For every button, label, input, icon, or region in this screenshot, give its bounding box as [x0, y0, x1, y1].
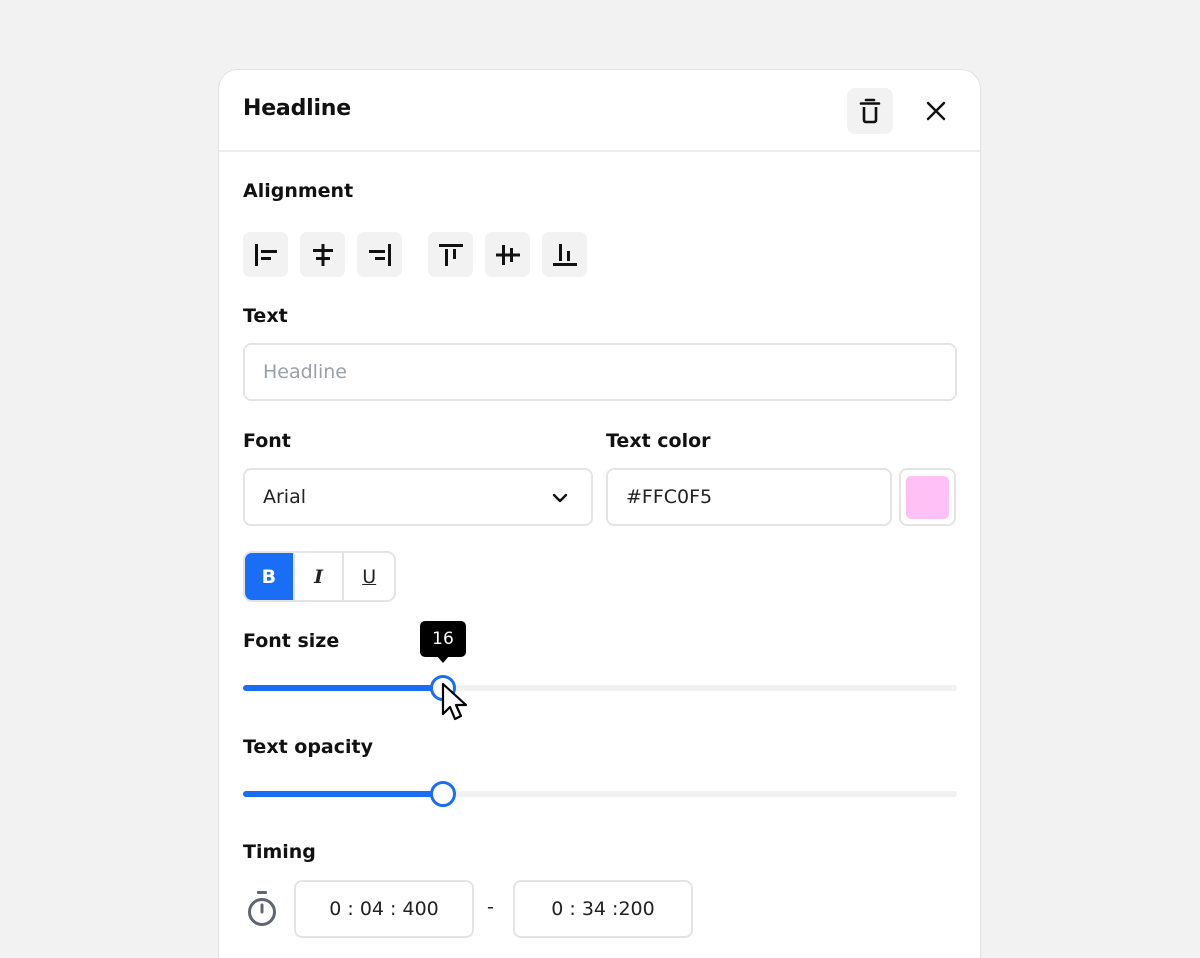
italic-button[interactable]: I	[295, 553, 345, 600]
color-swatch-button[interactable]	[899, 468, 956, 526]
slider-fill	[243, 791, 443, 797]
align-top-button[interactable]	[428, 232, 473, 277]
color-swatch	[906, 475, 949, 519]
align-middle-vertical-button[interactable]	[485, 232, 530, 277]
delete-button[interactable]	[847, 88, 893, 134]
timing-start-value: 0 : 04 : 400	[329, 898, 439, 920]
alignment-label: Alignment	[243, 180, 354, 202]
font-size-tooltip: 16	[420, 621, 466, 663]
align-right-icon	[368, 243, 391, 266]
timing-end-input[interactable]: 0 : 34 :200	[513, 880, 693, 938]
underline-label: U	[362, 565, 377, 588]
align-bottom-button[interactable]	[542, 232, 587, 277]
close-icon	[926, 101, 946, 121]
align-center-horizontal-button[interactable]	[300, 232, 345, 277]
text-label: Text	[243, 305, 288, 327]
panel-title: Headline	[243, 96, 351, 121]
align-bottom-icon	[552, 243, 577, 266]
font-size-label: Font size	[243, 630, 340, 652]
italic-label: I	[314, 565, 323, 588]
timing-start-input[interactable]: 0 : 04 : 400	[294, 880, 474, 938]
align-left-icon	[254, 243, 277, 266]
slider-thumb[interactable]	[429, 781, 456, 807]
align-center-horizontal-icon	[312, 243, 333, 266]
font-select-value: Arial	[263, 486, 307, 508]
bold-button[interactable]: B	[245, 553, 295, 600]
align-middle-vertical-icon	[495, 244, 520, 265]
font-size-slider[interactable]	[243, 673, 957, 703]
stopwatch-icon	[248, 891, 276, 926]
panel-header: Headline	[219, 70, 980, 152]
timing-separator: -	[487, 896, 494, 918]
close-button[interactable]	[913, 88, 959, 134]
text-input[interactable]	[245, 361, 955, 383]
slider-fill	[243, 685, 443, 691]
timing-end-value: 0 : 34 :200	[551, 898, 655, 920]
text-color-value: #FFC0F5	[626, 486, 713, 508]
mouse-pointer-icon	[441, 682, 468, 721]
chevron-down-icon	[552, 493, 568, 503]
text-input-box	[243, 343, 957, 401]
align-right-button[interactable]	[357, 232, 402, 277]
align-top-icon	[438, 243, 463, 266]
font-select[interactable]: Arial	[243, 468, 593, 526]
bold-label: B	[261, 565, 277, 588]
font-label: Font	[243, 430, 291, 452]
text-opacity-slider[interactable]	[243, 779, 957, 809]
underline-button[interactable]: U	[344, 553, 394, 600]
text-opacity-label: Text opacity	[243, 736, 373, 758]
properties-panel: Headline Alignment Text Headline Font Te…	[218, 69, 981, 958]
text-color-label: Text color	[606, 430, 711, 452]
text-format-group: B I U	[243, 551, 396, 602]
text-color-input[interactable]: #FFC0F5	[606, 468, 892, 526]
trash-icon	[859, 98, 881, 124]
align-left-button[interactable]	[243, 232, 288, 277]
timing-label: Timing	[243, 841, 316, 863]
